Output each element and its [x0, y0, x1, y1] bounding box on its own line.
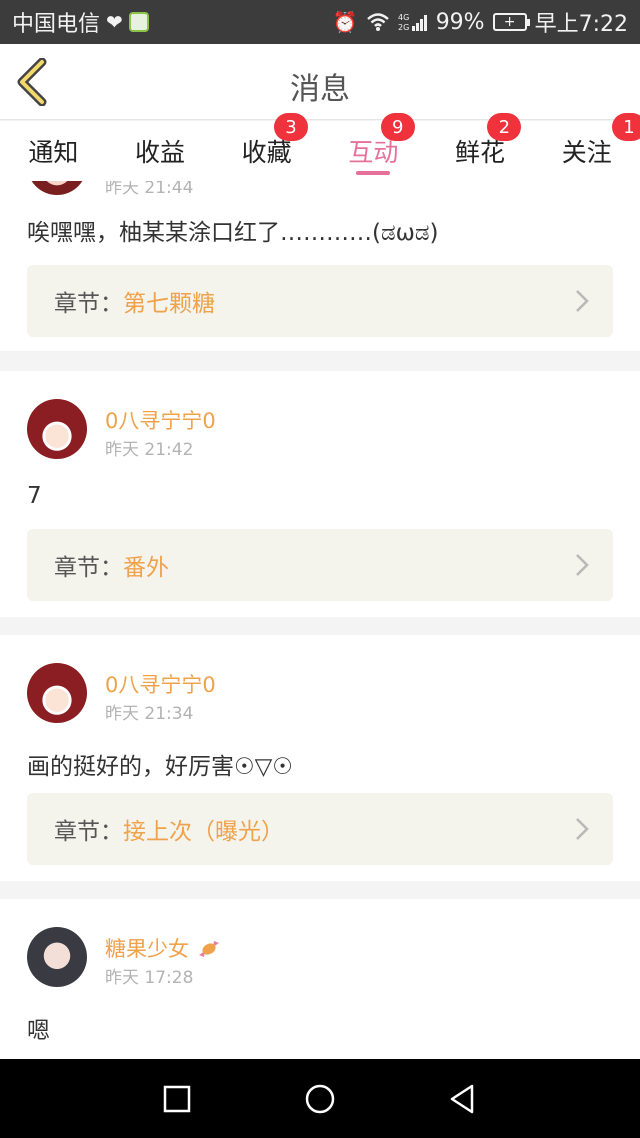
wifi-icon — [366, 12, 390, 32]
tab-label: 互动 — [348, 138, 399, 167]
unread-badge: 1 — [612, 113, 640, 141]
comment-text: 7 — [27, 483, 42, 509]
chevron-right-icon — [576, 818, 589, 840]
back-nav-button[interactable] — [448, 1083, 476, 1115]
list-item: 0八寻宁宁0 昨天 21:42 7 章节： 番外 — [0, 371, 640, 617]
tab-label: 鲜花 — [455, 138, 506, 167]
tab-notifications[interactable]: 通知 — [0, 121, 107, 181]
alarm-icon: ⏰ — [332, 10, 358, 34]
tab-flowers[interactable]: 鲜花 2 — [427, 113, 534, 181]
list-item: 昨天 21:44 唉嘿嘿，柚某某涂口红了…………(ಡωಡ) 章节： 第七颗糖 — [0, 181, 640, 351]
home-button[interactable] — [304, 1083, 336, 1115]
chapter-label: 章节： — [54, 819, 123, 845]
chapter-label: 章节： — [54, 555, 123, 581]
avatar[interactable] — [27, 181, 87, 195]
chevron-right-icon — [576, 554, 589, 576]
page-title: 消息 — [290, 72, 350, 107]
svg-text:2G: 2G — [398, 23, 409, 32]
tab-label: 收藏 — [241, 138, 292, 167]
status-bar: 中国电信 ❤ ⏰ 4G 2G 99% + 早上7:22 — [0, 0, 640, 44]
avatar[interactable] — [27, 927, 87, 987]
chapter-link[interactable]: 章节： 接上次（曝光） — [27, 793, 613, 865]
candy-icon — [198, 941, 219, 957]
username[interactable]: 0八寻宁宁0 — [105, 669, 216, 699]
username[interactable]: 糖果少女 — [105, 933, 222, 963]
system-nav-bar — [0, 1059, 640, 1138]
avatar[interactable] — [27, 399, 87, 459]
chapter-label: 章节： — [54, 291, 123, 317]
username[interactable]: 0八寻宁宁0 — [105, 405, 216, 435]
list-item: 0八寻宁宁0 昨天 21:34 画的挺好的，好厉害☉▽☉ 章节： 接上次（曝光） — [0, 635, 640, 881]
comment-text: 嗯 — [27, 1018, 50, 1044]
comment-time: 昨天 17:28 — [105, 968, 194, 988]
battery-icon: + — [492, 13, 530, 31]
tab-bar: 通知 收益 收藏 3 互动 9 鲜花 2 关注 1 — [0, 113, 640, 181]
active-tab-indicator — [356, 171, 391, 175]
tab-following[interactable]: 关注 1 — [533, 113, 640, 181]
chapter-link[interactable]: 章节： 第七颗糖 — [27, 265, 613, 337]
clock: 早上7:22 — [534, 12, 628, 37]
signal-icon: 4G 2G — [398, 12, 428, 32]
recent-apps-button[interactable] — [163, 1085, 191, 1113]
heart-monitor-icon: ❤ — [106, 10, 123, 34]
avatar[interactable] — [27, 663, 87, 723]
unread-badge: 9 — [380, 113, 415, 141]
tab-label: 收益 — [135, 138, 186, 167]
unread-badge: 2 — [487, 113, 522, 141]
unread-badge: 3 — [274, 113, 309, 141]
tab-label: 通知 — [28, 138, 79, 167]
list-item: 糖果少女 昨天 17:28 嗯 — [0, 899, 640, 1059]
chapter-name: 番外 — [123, 555, 169, 581]
chapter-link[interactable]: 章节： 番外 — [27, 529, 613, 601]
tab-earnings[interactable]: 收益 — [107, 121, 214, 181]
chapter-name: 第七颗糖 — [123, 291, 215, 317]
comment-time: 昨天 21:42 — [105, 440, 194, 460]
chapter-name: 接上次（曝光） — [123, 819, 284, 845]
comment-time: 昨天 21:44 — [105, 181, 194, 198]
header: 消息 — [0, 44, 640, 120]
battery-percent: 99% — [435, 9, 485, 35]
message-feed[interactable]: 昨天 21:44 唉嘿嘿，柚某某涂口红了…………(ಡωಡ) 章节： 第七颗糖 0… — [0, 181, 640, 1059]
comment-time: 昨天 21:34 — [105, 704, 194, 724]
comment-text: 唉嘿嘿，柚某某涂口红了…………(ಡωಡ) — [27, 220, 439, 246]
app-notification-icon — [128, 12, 149, 32]
tab-interactions[interactable]: 互动 9 — [320, 113, 427, 181]
comment-text: 画的挺好的，好厉害☉▽☉ — [27, 754, 293, 780]
chevron-right-icon — [576, 290, 589, 312]
tab-favorites[interactable]: 收藏 3 — [213, 113, 320, 181]
svg-text:4G: 4G — [398, 13, 409, 22]
carrier-label: 中国电信 — [12, 12, 101, 37]
username-text: 糖果少女 — [105, 937, 189, 961]
tab-label: 关注 — [561, 138, 612, 167]
